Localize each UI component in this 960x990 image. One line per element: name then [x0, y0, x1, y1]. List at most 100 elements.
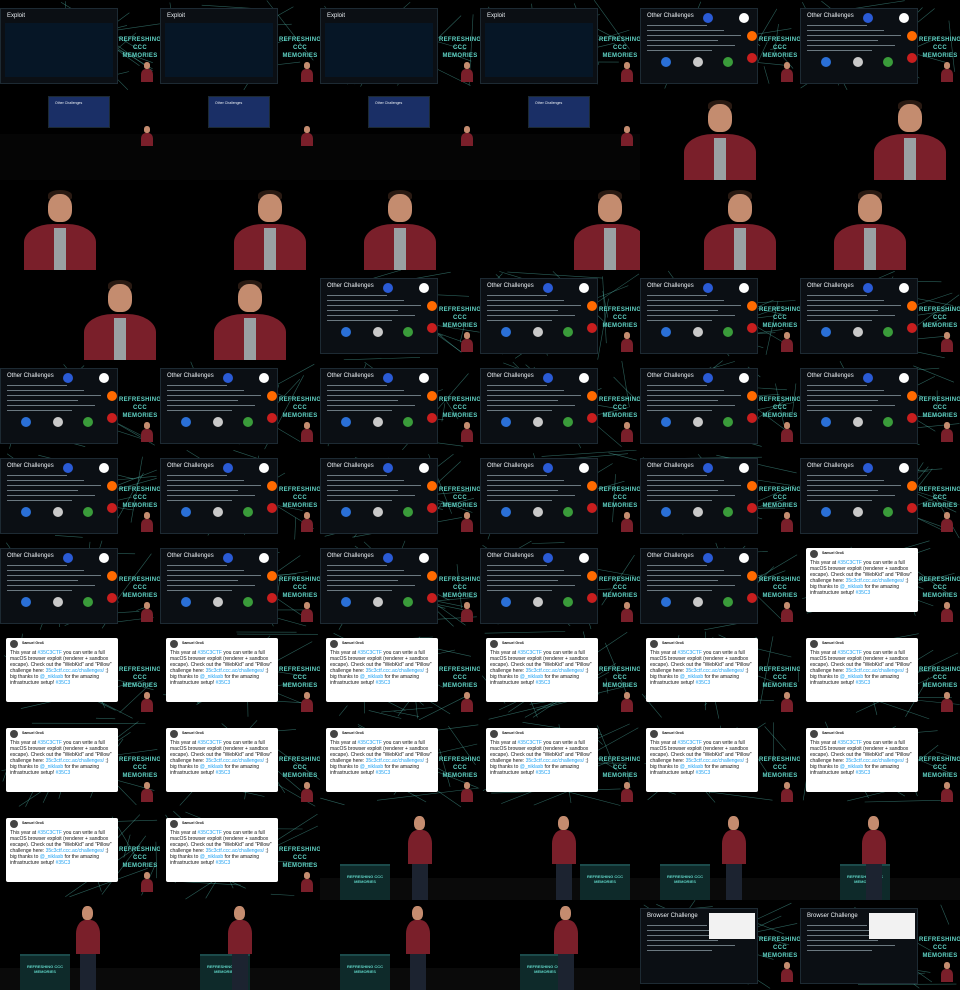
video-frame-tweet: Samuel Groß This year at #35C3CTF you can…	[160, 630, 320, 720]
browser-logo-icon	[403, 597, 413, 607]
slide-title: Other Challenges	[167, 553, 214, 559]
browser-logo-icon	[563, 597, 573, 607]
slide-text-line	[647, 385, 707, 386]
browser-logo-icon	[53, 417, 63, 427]
browser-logo-icon	[373, 417, 383, 427]
slide-text-line	[487, 300, 564, 301]
speaker-figure	[620, 782, 634, 802]
slide-text-line	[807, 490, 878, 491]
speaker-closeup	[80, 280, 160, 360]
browser-logo-icon	[899, 283, 909, 293]
speaker-figure	[140, 692, 154, 712]
slide-text-line	[647, 305, 741, 306]
slide-title: Other Challenges	[55, 101, 83, 105]
event-logo: REFRESHING CCC MEMORIES	[759, 577, 800, 599]
slide-text-line	[167, 575, 261, 576]
slide-text-line	[487, 320, 552, 321]
browser-logo-icon	[427, 323, 437, 333]
presentation-slide: Exploit	[320, 8, 438, 84]
presentation-slide: Other Challenges	[800, 368, 918, 444]
avatar	[490, 730, 498, 738]
speaker-figure	[720, 816, 748, 900]
slide-text-line	[167, 590, 232, 591]
browser-logo-icon	[99, 553, 109, 563]
slide-text-line	[167, 500, 232, 501]
slide-title: Other Challenges	[327, 463, 374, 469]
speaker-figure	[940, 692, 954, 712]
slide-text-line	[327, 495, 415, 496]
browser-logo-icon	[863, 373, 873, 383]
speaker-figure	[404, 906, 432, 990]
speaker-figure	[140, 602, 154, 622]
slide-text-line	[487, 485, 581, 486]
slide-title: Browser Challenge	[647, 913, 698, 919]
video-frame-tweet: Samuel Groß This year at #35C3CTF you can…	[480, 720, 640, 810]
video-frame-tweet: Samuel Groß This year at #35C3CTF you can…	[800, 720, 960, 810]
video-frame-other: Other Challenges REFRESHING CCC MEMORIES	[0, 450, 160, 540]
browser-logo-icon	[267, 413, 277, 423]
video-frame-other: Other Challenges REFRESHING CCC MEMORIES	[640, 360, 800, 450]
podium-logo: REFRESHING CCC MEMORIES	[586, 874, 623, 884]
slide-text-line	[487, 405, 575, 406]
browser-logo-icon	[747, 301, 757, 311]
slide-text-line	[487, 570, 564, 571]
slide-text-line	[487, 310, 558, 311]
event-logo: REFRESHING CCC MEMORIES	[599, 397, 640, 419]
browser-logo-icon	[341, 327, 351, 337]
video-frame-other-small: Other Challenges	[0, 90, 160, 180]
event-logo: REFRESHING CCC MEMORIES	[279, 487, 320, 509]
video-frame-tweet: Samuel Groß This year at #35C3CTF you can…	[800, 540, 960, 630]
speaker-figure	[460, 332, 474, 352]
browser-logo-icon	[373, 597, 383, 607]
browser-logo-icon	[703, 373, 713, 383]
slide-text-line	[167, 400, 238, 401]
browser-logo-icon	[181, 597, 191, 607]
browser-logo-icon	[579, 283, 589, 293]
speaker-figure	[780, 782, 794, 802]
video-frame-tweet: Samuel Groß This year at #35C3CTF you can…	[480, 630, 640, 720]
tweet-tag2: #35C3	[55, 680, 71, 686]
slide-text-line	[327, 565, 387, 566]
tweet-author: Samuel Groß	[182, 641, 204, 645]
slide-text-line	[807, 30, 884, 31]
avatar	[810, 640, 818, 648]
slide-title: Other Challenges	[807, 283, 854, 289]
browser-logo-icon	[501, 507, 511, 517]
browser-logo-icon	[243, 507, 253, 517]
tweet-author: Samuel Groß	[662, 731, 684, 735]
video-frame-speaker-close	[480, 180, 640, 270]
slide-text-line	[807, 950, 872, 951]
event-logo: REFRESHING CCC MEMORIES	[119, 757, 160, 779]
browser-logo-icon	[693, 327, 703, 337]
browser-logo-icon	[661, 57, 671, 67]
challenge-screenshot	[869, 913, 915, 939]
video-frame-other: Other Challenges REFRESHING CCC MEMORIES	[0, 540, 160, 630]
presentation-slide: Other Challenges	[480, 278, 598, 354]
speaker-figure	[140, 422, 154, 442]
browser-logo-icon	[747, 503, 757, 513]
video-frame-other: Other Challenges REFRESHING CCC MEMORIES	[800, 270, 960, 360]
browser-logo-icon	[213, 417, 223, 427]
browser-logo-icon	[587, 391, 597, 401]
video-frame-speaker-close	[0, 180, 160, 270]
slide-title: Other Challenges	[327, 373, 374, 379]
event-logo: REFRESHING CCC MEMORIES	[279, 847, 320, 869]
video-frame-stage: REFRESHING CCC MEMORIES	[480, 900, 640, 990]
tweet-author: Samuel Groß	[502, 731, 524, 735]
video-frame-tweet: Samuel Groß This year at #35C3CTF you can…	[320, 720, 480, 810]
presentation-slide: Other Challenges	[528, 96, 590, 128]
slide-title: Exploit	[327, 13, 346, 19]
browser-logo-icon	[419, 283, 429, 293]
event-logo: REFRESHING CCC MEMORIES	[439, 487, 480, 509]
browser-logo-icon	[907, 53, 917, 63]
browser-logo-icon	[63, 463, 73, 473]
browser-logo-icon	[501, 597, 511, 607]
speaker-figure	[460, 782, 474, 802]
event-logo: REFRESHING CCC MEMORIES	[759, 937, 800, 959]
slide-text-line	[7, 405, 95, 406]
slide-text-line	[327, 485, 421, 486]
slide-text-line	[7, 385, 67, 386]
browser-logo-icon	[899, 463, 909, 473]
presentation-slide: Other Challenges	[320, 368, 438, 444]
slide-text-line	[487, 500, 552, 501]
